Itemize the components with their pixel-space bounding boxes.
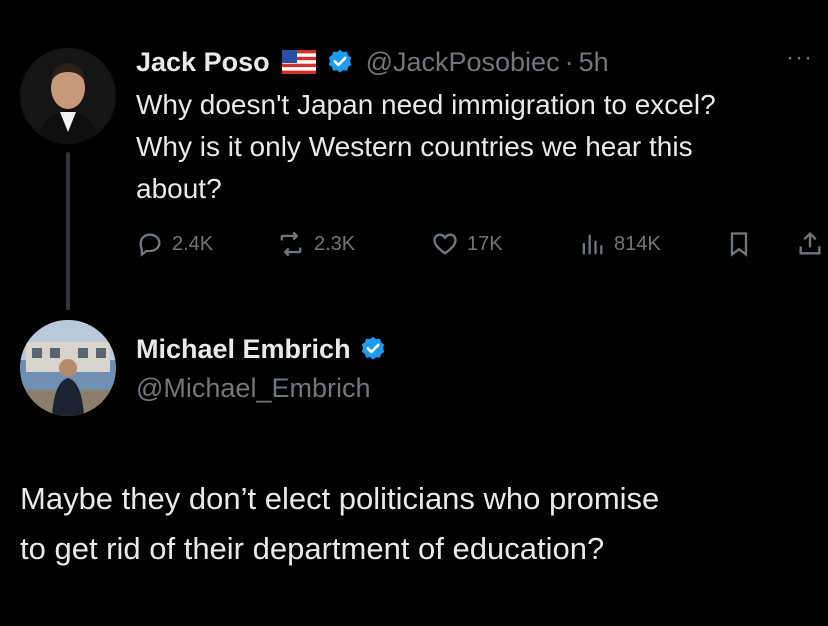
like-button[interactable]: 17K — [431, 230, 503, 258]
reply-icon — [139, 233, 161, 257]
repost-count: 2.3K — [314, 232, 356, 255]
reply-header-name: Michael Embrich — [136, 331, 387, 367]
meta-separator: · — [564, 46, 574, 77]
reply-text: Maybe they don’t elect politicians who p… — [20, 481, 660, 566]
avatar-michael-embrich[interactable] — [20, 320, 116, 416]
verified-badge-icon — [326, 48, 354, 76]
tweet-header: Jack Poso @JackPosobiec · 5h — [136, 44, 609, 80]
reply-author-handle[interactable]: @Michael_Embrich — [136, 370, 370, 406]
repost-icon — [280, 231, 302, 257]
author-handle[interactable]: @JackPosobiec — [366, 47, 560, 78]
tweet-action-bar: 2.4K 2.3K 17K 814K — [136, 228, 826, 260]
person-outdoor-photo-icon — [20, 320, 116, 416]
share-icon — [799, 231, 821, 255]
more-options-icon[interactable]: ··· — [786, 44, 813, 72]
reply-button[interactable]: 2.4K — [136, 230, 213, 258]
us-flag-icon — [281, 50, 316, 74]
author-name[interactable]: Jack Poso — [136, 47, 270, 78]
person-photo-icon — [20, 48, 116, 144]
reply-count: 2.4K — [172, 232, 214, 255]
views-button[interactable]: 814K — [578, 230, 661, 258]
thread-connector-line — [66, 152, 70, 310]
tweet-time[interactable]: 5h — [579, 47, 609, 78]
views-count: 814K — [614, 232, 661, 255]
views-chart-icon — [582, 234, 603, 255]
like-count: 17K — [467, 232, 503, 255]
avatar-jack-poso[interactable] — [20, 48, 116, 144]
heart-icon — [433, 233, 457, 255]
bookmark-icon — [730, 232, 748, 257]
verified-badge-icon — [359, 335, 387, 363]
share-button[interactable] — [796, 230, 824, 258]
tweet-text: Why doesn't Japan need immigration to ex… — [136, 89, 716, 204]
reply-author-name[interactable]: Michael Embrich — [136, 334, 351, 365]
bookmark-button[interactable] — [726, 230, 752, 258]
repost-button[interactable]: 2.3K — [276, 230, 355, 258]
